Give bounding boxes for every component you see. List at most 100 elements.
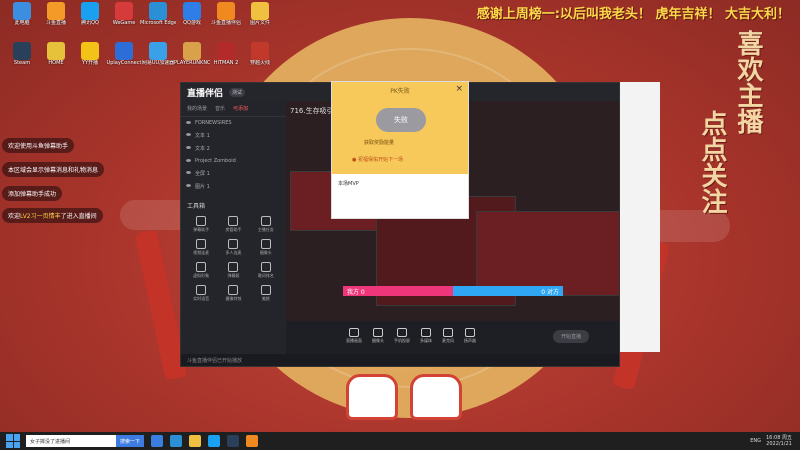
eye-icon[interactable] [186,146,191,149]
desktop-icon-label: Steam [13,60,31,66]
live-companion-icon[interactable] [246,435,259,447]
eye-icon[interactable] [186,121,191,124]
tool-icon [228,285,239,295]
start-live-button[interactable]: 开始直播 [552,329,589,343]
scene-item[interactable]: 图片 1 [181,180,286,193]
danmaku-message: 添加弹幕助手成功 [2,186,63,201]
tool-button[interactable]: 实时语音 [185,285,217,302]
tool-button[interactable]: 视频连麦 [185,239,217,256]
pk-progress-bar: 我方 0 0 对方 [343,286,563,296]
scene-item[interactable]: FORNEWSIRES [181,117,286,129]
app-icon [251,42,269,60]
control-button[interactable]: 摄像头 [372,328,384,344]
control-button[interactable]: 多媒体 [420,328,432,344]
control-button[interactable]: 扬声器 [464,328,476,344]
qq-icon[interactable] [208,435,221,447]
app-icon [251,2,269,20]
desktop-icon[interactable]: Steam [4,42,40,66]
control-icon [465,328,475,337]
scene-tab[interactable]: 可添加 [233,105,248,112]
eye-icon[interactable] [186,159,191,162]
app-icon [115,42,133,60]
side-window[interactable] [620,82,660,352]
tool-button[interactable]: 虚拟形象 [185,262,217,279]
app-badge: 测试 [229,87,246,97]
tool-label: 歌词排名 [257,273,274,278]
scene-item[interactable]: Project Zomboid [181,155,286,167]
danmaku-message: 欢迎LV2习一页情丰了进入直播间 [2,208,103,223]
control-button[interactable]: 手机投屏 [394,328,410,344]
app-icon [217,2,235,20]
desktop-icon[interactable]: PLAYERUNKNOWN'S BATTLEGROUNDS [174,42,210,66]
desktop-icon[interactable]: 此电脑 [4,2,40,26]
clock[interactable]: 16:08 周五 2022/1/21 [766,435,792,447]
pk-fail-badge: 失败 [376,108,426,132]
desktop-icon-label: 网易UU加速器 [141,60,175,66]
scene-item[interactable]: 文本 2 [181,142,286,155]
desktop-icon[interactable]: HOME [38,42,74,66]
desktop-icon-label: Microsoft Edge [140,20,176,26]
desktop-icon-label: HITMAN 2 [213,60,239,66]
taskbar-search-button[interactable]: 搜索一下 [116,435,145,447]
steam-icon[interactable] [227,435,240,447]
desktop-icon-label: HOME [48,60,64,66]
desktop-icon[interactable]: 网易UU加速器 [140,42,176,66]
tool-button[interactable]: 多人连麦 [217,239,249,256]
app-icon [47,2,65,20]
stream-banner: 感谢上周榜一:以后叫我老头！ 虎年吉祥！ 大吉大利！ [476,7,790,22]
tool-button[interactable]: 主播任务 [250,216,282,233]
scene-tab[interactable]: 音乐 [215,105,225,112]
tool-button[interactable]: 美颜 [250,285,282,302]
app-icon [183,42,201,60]
tool-button[interactable]: 弹幕助手 [185,216,217,233]
tool-label: 虚拟形象 [193,273,210,278]
app-icon [115,2,133,20]
language-indicator[interactable]: ENG [750,438,761,444]
desktop-icon[interactable]: 斗鱼直播 [38,2,74,26]
scene-list: FORNEWSIRES 文本 1 文本 2 Project Zomboid 全屏 1 图片… [181,117,286,193]
desktop-icon-label: UplayConnect [106,60,142,66]
desktop-icon[interactable]: UplayConnect [106,42,142,66]
eye-icon[interactable] [186,184,191,187]
control-button[interactable]: 麦克风 [442,328,454,344]
tool-button[interactable]: 摄像头 [250,239,282,256]
desktop-icon[interactable]: Microsoft Edge [140,2,176,26]
desktop-icon[interactable]: 穿越火线 [242,42,278,66]
pk-mvp-label: 本场MVP [338,181,359,187]
pk-our-score: 我方 0 [347,289,365,296]
username: LV2习一页情丰 [20,213,61,220]
desktop-icon-label: WeGame [112,20,136,26]
scene-tab[interactable]: 我的场景 [187,105,207,112]
app-icon [13,42,31,60]
pk-result-popup[interactable]: PK失败 × 失败 获取奖励能量 ● 祝福保佑开始下一场 本场MVP [331,81,469,219]
edge-icon[interactable] [170,435,183,447]
file-explorer-icon[interactable] [189,435,202,447]
desktop-icon[interactable]: HITMAN 2 [208,42,244,66]
control-button[interactable]: 直播画面 [346,328,362,344]
taskbar-search-input[interactable]: 女子摔没了进播间 [26,435,116,447]
scene-item[interactable]: 文本 1 [181,129,286,142]
desktop-icon[interactable]: QQ游戏 [174,2,210,26]
tool-button[interactable]: 弹幕姬 [217,262,249,279]
windows-start-icon[interactable] [6,434,20,448]
eye-icon[interactable] [186,133,191,136]
pk-next-link[interactable]: ● 祝福保佑开始下一场 [352,156,403,163]
desktop-icon-label: 此电脑 [14,20,30,26]
desktop-icon[interactable]: YY开播 [72,42,108,66]
tool-label: 美颜 [261,296,270,301]
left-panel: 我的场景 音乐 可添加 FORNEWSIRES 文本 1 文本 2 Project Zom… [181,101,286,366]
scene-tabs: 我的场景 音乐 可添加 [181,101,286,117]
close-icon[interactable]: × [455,84,463,94]
tool-button[interactable]: 歌词排名 [250,262,282,279]
desktop-icon[interactable]: 腾讯QQ [72,2,108,26]
scene-item[interactable]: 全屏 1 [181,167,286,180]
task-view-icon[interactable] [151,435,164,447]
tool-icon [260,239,271,249]
tool-button[interactable]: 摄像特效 [217,285,249,302]
eye-icon[interactable] [186,171,191,174]
desktop-icon[interactable]: 图片文件 [242,2,278,26]
desktop-icon[interactable]: 斗鱼直播伴侣 [208,2,244,26]
desktop-icon[interactable]: WeGame [106,2,142,26]
tool-button[interactable]: 房管助手 [217,216,249,233]
control-icon [397,328,407,337]
